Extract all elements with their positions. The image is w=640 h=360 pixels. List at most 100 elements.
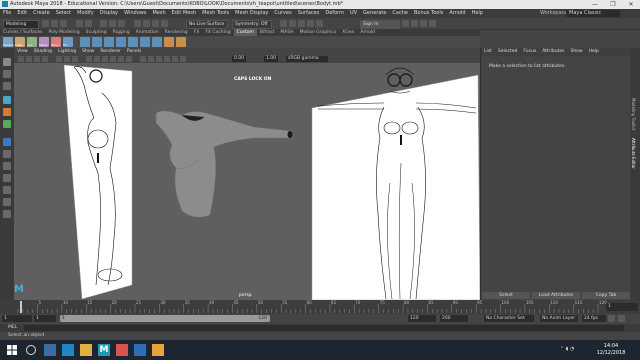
ae-menu-focus[interactable]: Focus [520, 48, 539, 56]
snap-grid-icon[interactable] [134, 20, 141, 27]
bookmark-icon[interactable] [26, 56, 32, 62]
menu-curves[interactable]: Curves [271, 9, 294, 18]
paint-select-tool-icon[interactable] [3, 82, 11, 90]
target-weld-icon[interactable] [152, 37, 162, 47]
auto-key-icon[interactable] [608, 315, 615, 322]
shelf-tab[interactable]: FX [191, 29, 203, 36]
ae-menu-list[interactable]: List [481, 48, 495, 56]
ae-copy-tab-button[interactable]: Copy Tab [582, 292, 630, 299]
shelf-tab[interactable]: Rendering [162, 29, 191, 36]
select-hierarchy-icon[interactable] [100, 20, 107, 27]
hypershade-icon[interactable] [307, 20, 314, 27]
wireframe-on-shaded-icon[interactable] [102, 56, 108, 62]
four-view-layout-icon[interactable] [3, 150, 11, 158]
shelf-tab[interactable]: Poly Modeling [46, 29, 83, 36]
single-perspective-layout-icon[interactable] [3, 138, 11, 146]
image-plane-icon[interactable] [34, 56, 40, 62]
uv-editor-layout-icon[interactable] [3, 198, 11, 206]
menu-mesh-tools[interactable]: Mesh Tools [199, 9, 232, 18]
maximize-button[interactable]: ❐ [604, 0, 622, 9]
shelf-tab[interactable]: Curves / Surfaces [0, 29, 46, 36]
viewport-menu-renderer[interactable]: Renderer [97, 48, 124, 55]
multi-cut-icon[interactable] [140, 37, 150, 47]
move-tool-icon[interactable] [3, 96, 11, 104]
poly-pln-icon[interactable]: Pln [63, 37, 73, 47]
menu-uv[interactable]: UV [347, 9, 360, 18]
redo-icon[interactable] [85, 20, 92, 27]
channel-box-icon[interactable] [411, 20, 418, 27]
windows-start-icon[interactable] [6, 344, 18, 356]
range-handle-start[interactable]: 1 [62, 315, 65, 322]
shadows-icon[interactable] [126, 56, 132, 62]
range-bar[interactable]: 1 120 [60, 315, 270, 322]
word-taskbar-icon[interactable] [134, 344, 146, 356]
viewport-menu-panels[interactable]: Panels [124, 48, 144, 55]
extrude-icon[interactable] [104, 37, 114, 47]
colorspace-dropdown[interactable]: sRGB gamma [286, 56, 328, 62]
minimize-button[interactable]: — [586, 0, 604, 9]
menu-set-dropdown[interactable]: Modeling [3, 20, 39, 29]
depth-of-field-icon[interactable] [180, 56, 186, 62]
resolution-gate-icon[interactable] [72, 56, 78, 62]
bevel-icon[interactable] [128, 37, 138, 47]
shelf-tab[interactable]: FX Caching [202, 29, 233, 36]
render-settings-icon[interactable] [298, 20, 305, 27]
menu-cache[interactable]: Cache [389, 9, 411, 18]
sign-in-button[interactable]: Sign In [360, 20, 400, 29]
menu-file[interactable]: File [0, 9, 14, 18]
menu-arnold[interactable]: Arnold [446, 9, 468, 18]
edge-browser-icon[interactable] [62, 344, 74, 356]
ae-menu-help[interactable]: Help [586, 48, 602, 56]
command-input[interactable] [24, 325, 624, 331]
shelf-tab[interactable]: Bifrost [257, 29, 278, 36]
tray-icons[interactable]: ⌃ ◖ ◔ [560, 346, 574, 352]
taskbar-clock[interactable]: 14:04 [596, 343, 626, 349]
persp-outliner-layout-icon[interactable] [3, 162, 11, 170]
new-scene-icon[interactable] [42, 20, 49, 27]
photo-taskbar-icon[interactable] [152, 344, 164, 356]
exposure-field[interactable]: 0.00 [232, 56, 247, 62]
menu-bonus-tools[interactable]: Bonus Tools [411, 9, 446, 18]
snap-plane-icon[interactable] [161, 20, 168, 27]
isolate-select-icon[interactable] [148, 56, 154, 62]
shelf-tab[interactable]: XGen [339, 29, 357, 36]
workspace-dropdown[interactable]: Maya Classic [566, 10, 620, 17]
anim-layer-dropdown[interactable]: No Anim Layer [540, 315, 578, 322]
shelf-tab[interactable]: Motion Graphics [297, 29, 340, 36]
lasso-tool-icon[interactable] [3, 70, 11, 78]
ae-load-attributes-button[interactable]: Load Attributes [532, 292, 580, 299]
poly-sphere-icon[interactable]: Sphere [3, 37, 14, 47]
app-taskbar-icon[interactable] [116, 344, 128, 356]
playback-start-field[interactable]: 1 [34, 315, 56, 322]
menu-generate[interactable]: Generate [360, 9, 389, 18]
fps-dropdown[interactable]: 24 fps [582, 315, 606, 322]
smooth-shade-icon[interactable] [94, 56, 100, 62]
shelf-tab[interactable]: MASH [277, 29, 296, 36]
shelf-tab[interactable]: Sculpting [83, 29, 110, 36]
camera-attributes-icon[interactable] [18, 56, 24, 62]
poly-cube-icon[interactable]: Cube [15, 37, 25, 47]
tool-settings-icon[interactable] [429, 20, 436, 27]
file-explorer-icon[interactable] [80, 344, 92, 356]
playback-end-field[interactable]: 120 [408, 315, 436, 322]
search-icon[interactable] [26, 345, 36, 355]
menu-deform[interactable]: Deform [322, 9, 347, 18]
modeling-toolkit-icon[interactable] [420, 20, 427, 27]
select-tool-icon[interactable] [3, 58, 11, 66]
lights-icon[interactable] [118, 56, 124, 62]
motion-blur-icon[interactable] [164, 56, 170, 62]
smooth-icon[interactable] [164, 37, 174, 47]
perspective-viewport[interactable]: CAPS LOCK ON persp M [14, 63, 480, 300]
menu-edit-mesh[interactable]: Edit Mesh [169, 9, 199, 18]
textured-icon[interactable] [110, 56, 116, 62]
wireframe-icon[interactable] [86, 56, 92, 62]
menu-help[interactable]: Help [469, 9, 486, 18]
save-scene-icon[interactable] [60, 20, 67, 27]
poly-plane-icon[interactable]: Plane [39, 37, 49, 47]
close-button[interactable]: ✕ [622, 0, 640, 9]
menu-create[interactable]: Create [30, 9, 53, 18]
anim-start-field[interactable]: 1 [2, 315, 32, 322]
maya-taskbar-icon[interactable]: M [98, 344, 110, 356]
snap-point-icon[interactable] [152, 20, 159, 27]
shelf-tab[interactable]: Arnold [357, 29, 378, 36]
